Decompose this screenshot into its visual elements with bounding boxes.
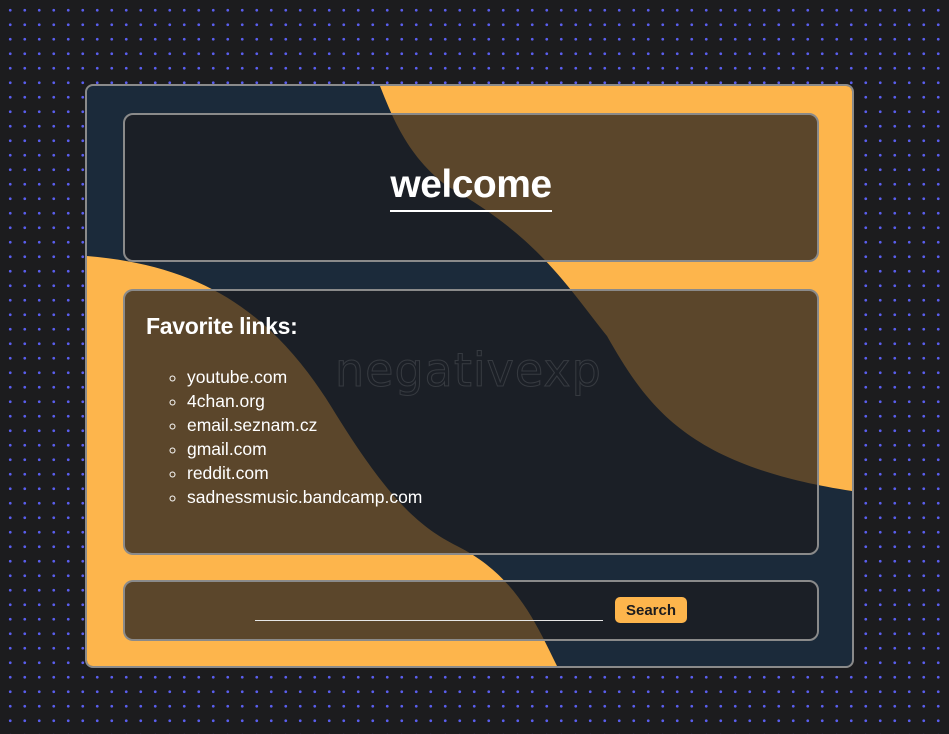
search-panel: Search — [123, 580, 819, 641]
link-gmail[interactable]: gmail.com — [187, 437, 422, 461]
link-4chan[interactable]: 4chan.org — [187, 389, 422, 413]
header-panel: welcome — [123, 113, 819, 262]
favorite-links-heading: Favorite links: — [146, 313, 298, 339]
link-reddit[interactable]: reddit.com — [187, 461, 422, 485]
favorite-links-panel: negativexp Favorite links: youtube.com 4… — [123, 289, 819, 555]
page-title: welcome — [125, 163, 817, 212]
main-card: welcome negativexp Favorite links: youtu… — [85, 84, 854, 668]
link-email-seznam[interactable]: email.seznam.cz — [187, 413, 422, 437]
search-input[interactable] — [255, 596, 603, 621]
page-title-text: welcome — [390, 164, 552, 212]
search-button[interactable]: Search — [615, 597, 687, 623]
favorite-links-list: youtube.com 4chan.org email.seznam.cz gm… — [147, 365, 422, 509]
link-youtube[interactable]: youtube.com — [187, 365, 422, 389]
link-sadnessmusic-bandcamp[interactable]: sadnessmusic.bandcamp.com — [187, 485, 422, 509]
